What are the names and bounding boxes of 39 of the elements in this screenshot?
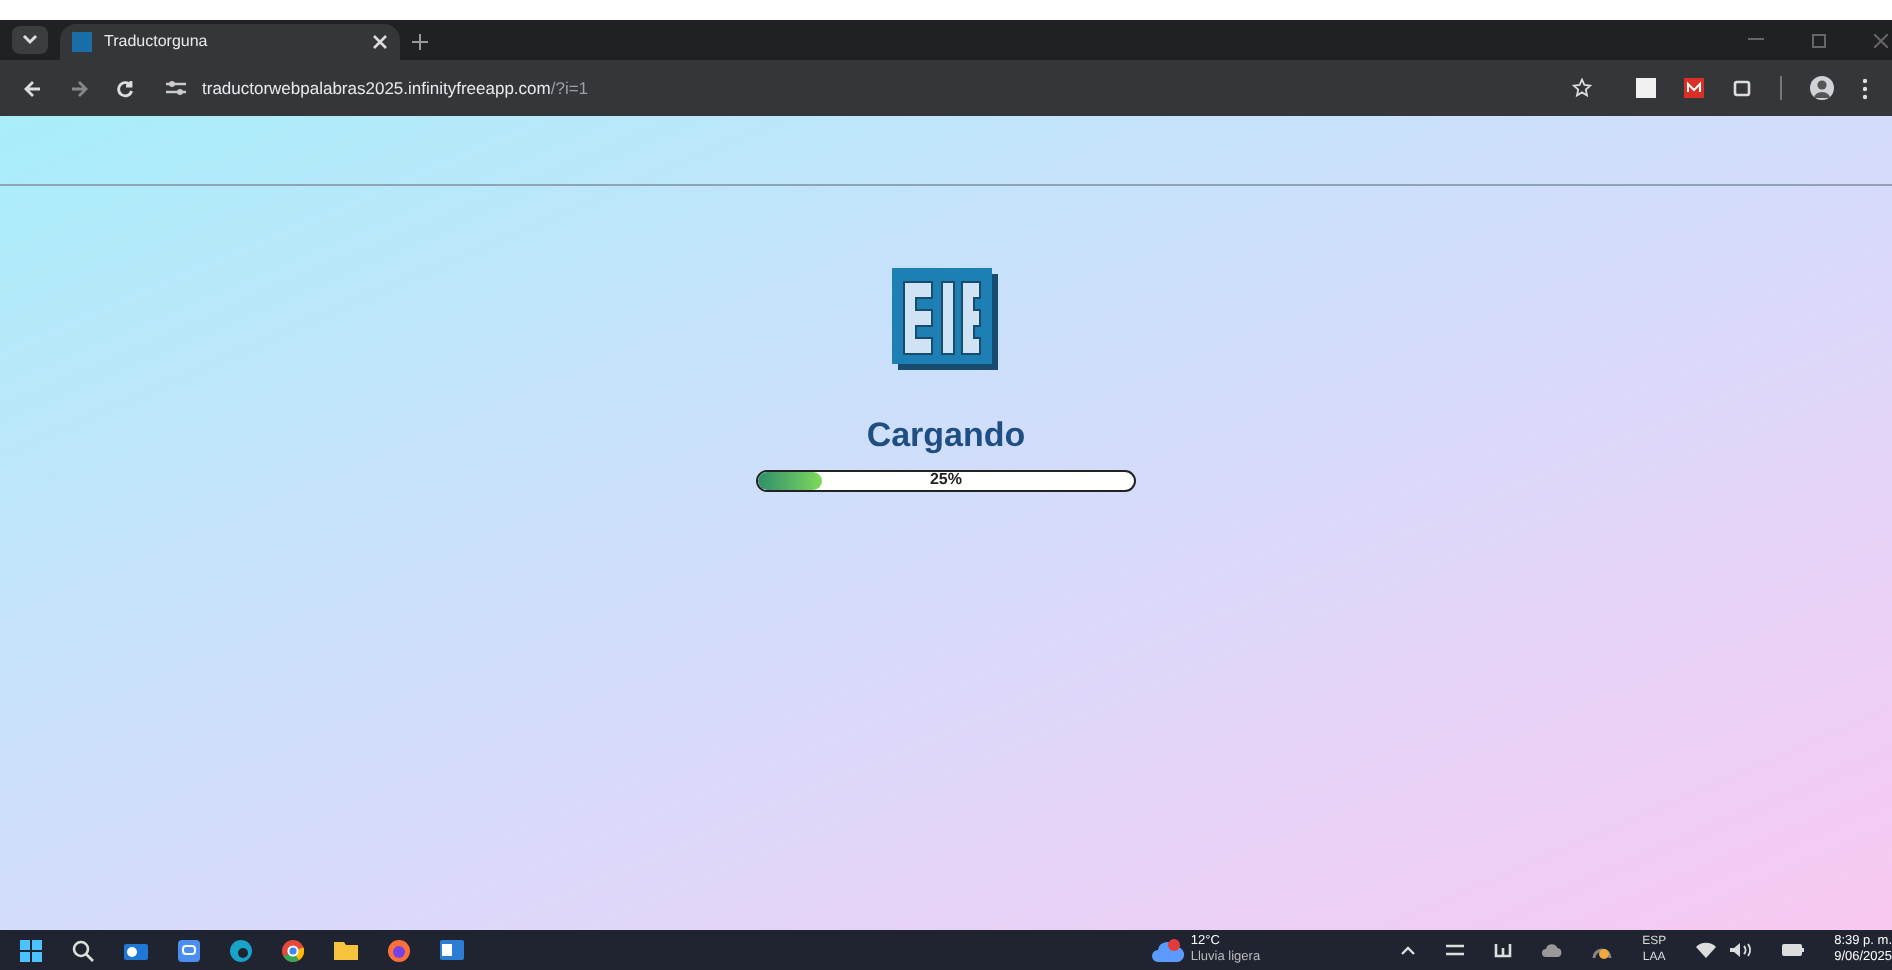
menu-icon[interactable]: [1862, 77, 1868, 99]
start-icon[interactable]: [20, 939, 42, 961]
logo-icon: [890, 266, 1002, 374]
star-icon[interactable]: [1572, 78, 1592, 98]
close-icon[interactable]: [372, 34, 388, 50]
sliders-icon[interactable]: [1446, 942, 1465, 958]
search-icon[interactable]: [72, 939, 94, 961]
chevron-up-icon[interactable]: [1400, 945, 1417, 955]
chrome-browser-icon[interactable]: [282, 939, 304, 961]
extension-icon[interactable]: [1684, 78, 1704, 98]
minimize-icon[interactable]: [1748, 38, 1764, 42]
reload-icon[interactable]: [116, 79, 134, 97]
back-icon[interactable]: [24, 79, 42, 97]
browser-tab[interactable]: Traductorguna: [60, 24, 400, 60]
loading-heading: Cargando: [866, 414, 1026, 458]
weather-cloud-icon: [1152, 937, 1185, 963]
maximize-icon[interactable]: [1812, 34, 1826, 48]
progress-label: 25%: [927, 471, 964, 489]
tray-app-icon[interactable]: [1494, 942, 1513, 958]
url-text: traductorwebpalabras2025.infinityfreeapp.com/?i=1: [202, 75, 591, 101]
tab-search-button[interactable]: [12, 26, 48, 54]
tab-title: Traductorguna: [104, 30, 210, 54]
cloud-icon[interactable]: [1542, 943, 1563, 957]
mail-app-icon[interactable]: [124, 939, 148, 961]
forward-icon[interactable]: [70, 79, 88, 97]
site-settings-icon[interactable]: [166, 80, 186, 96]
volume-icon[interactable]: [1730, 942, 1753, 958]
profile-avatar-icon[interactable]: [1810, 76, 1834, 100]
tab-favicon-icon: [72, 32, 92, 52]
firefox-browser-icon[interactable]: [388, 939, 410, 961]
edge-browser-icon[interactable]: [230, 939, 252, 961]
new-tab-icon[interactable]: [412, 34, 428, 50]
word-app-icon[interactable]: [440, 940, 464, 960]
chat-app-icon[interactable]: [178, 939, 200, 961]
battery-icon[interactable]: [1782, 944, 1805, 956]
folder-icon[interactable]: [334, 940, 358, 960]
chevron-down-icon: [22, 34, 38, 46]
wifi-icon[interactable]: [1696, 942, 1717, 958]
close-window-icon[interactable]: [1874, 34, 1888, 48]
